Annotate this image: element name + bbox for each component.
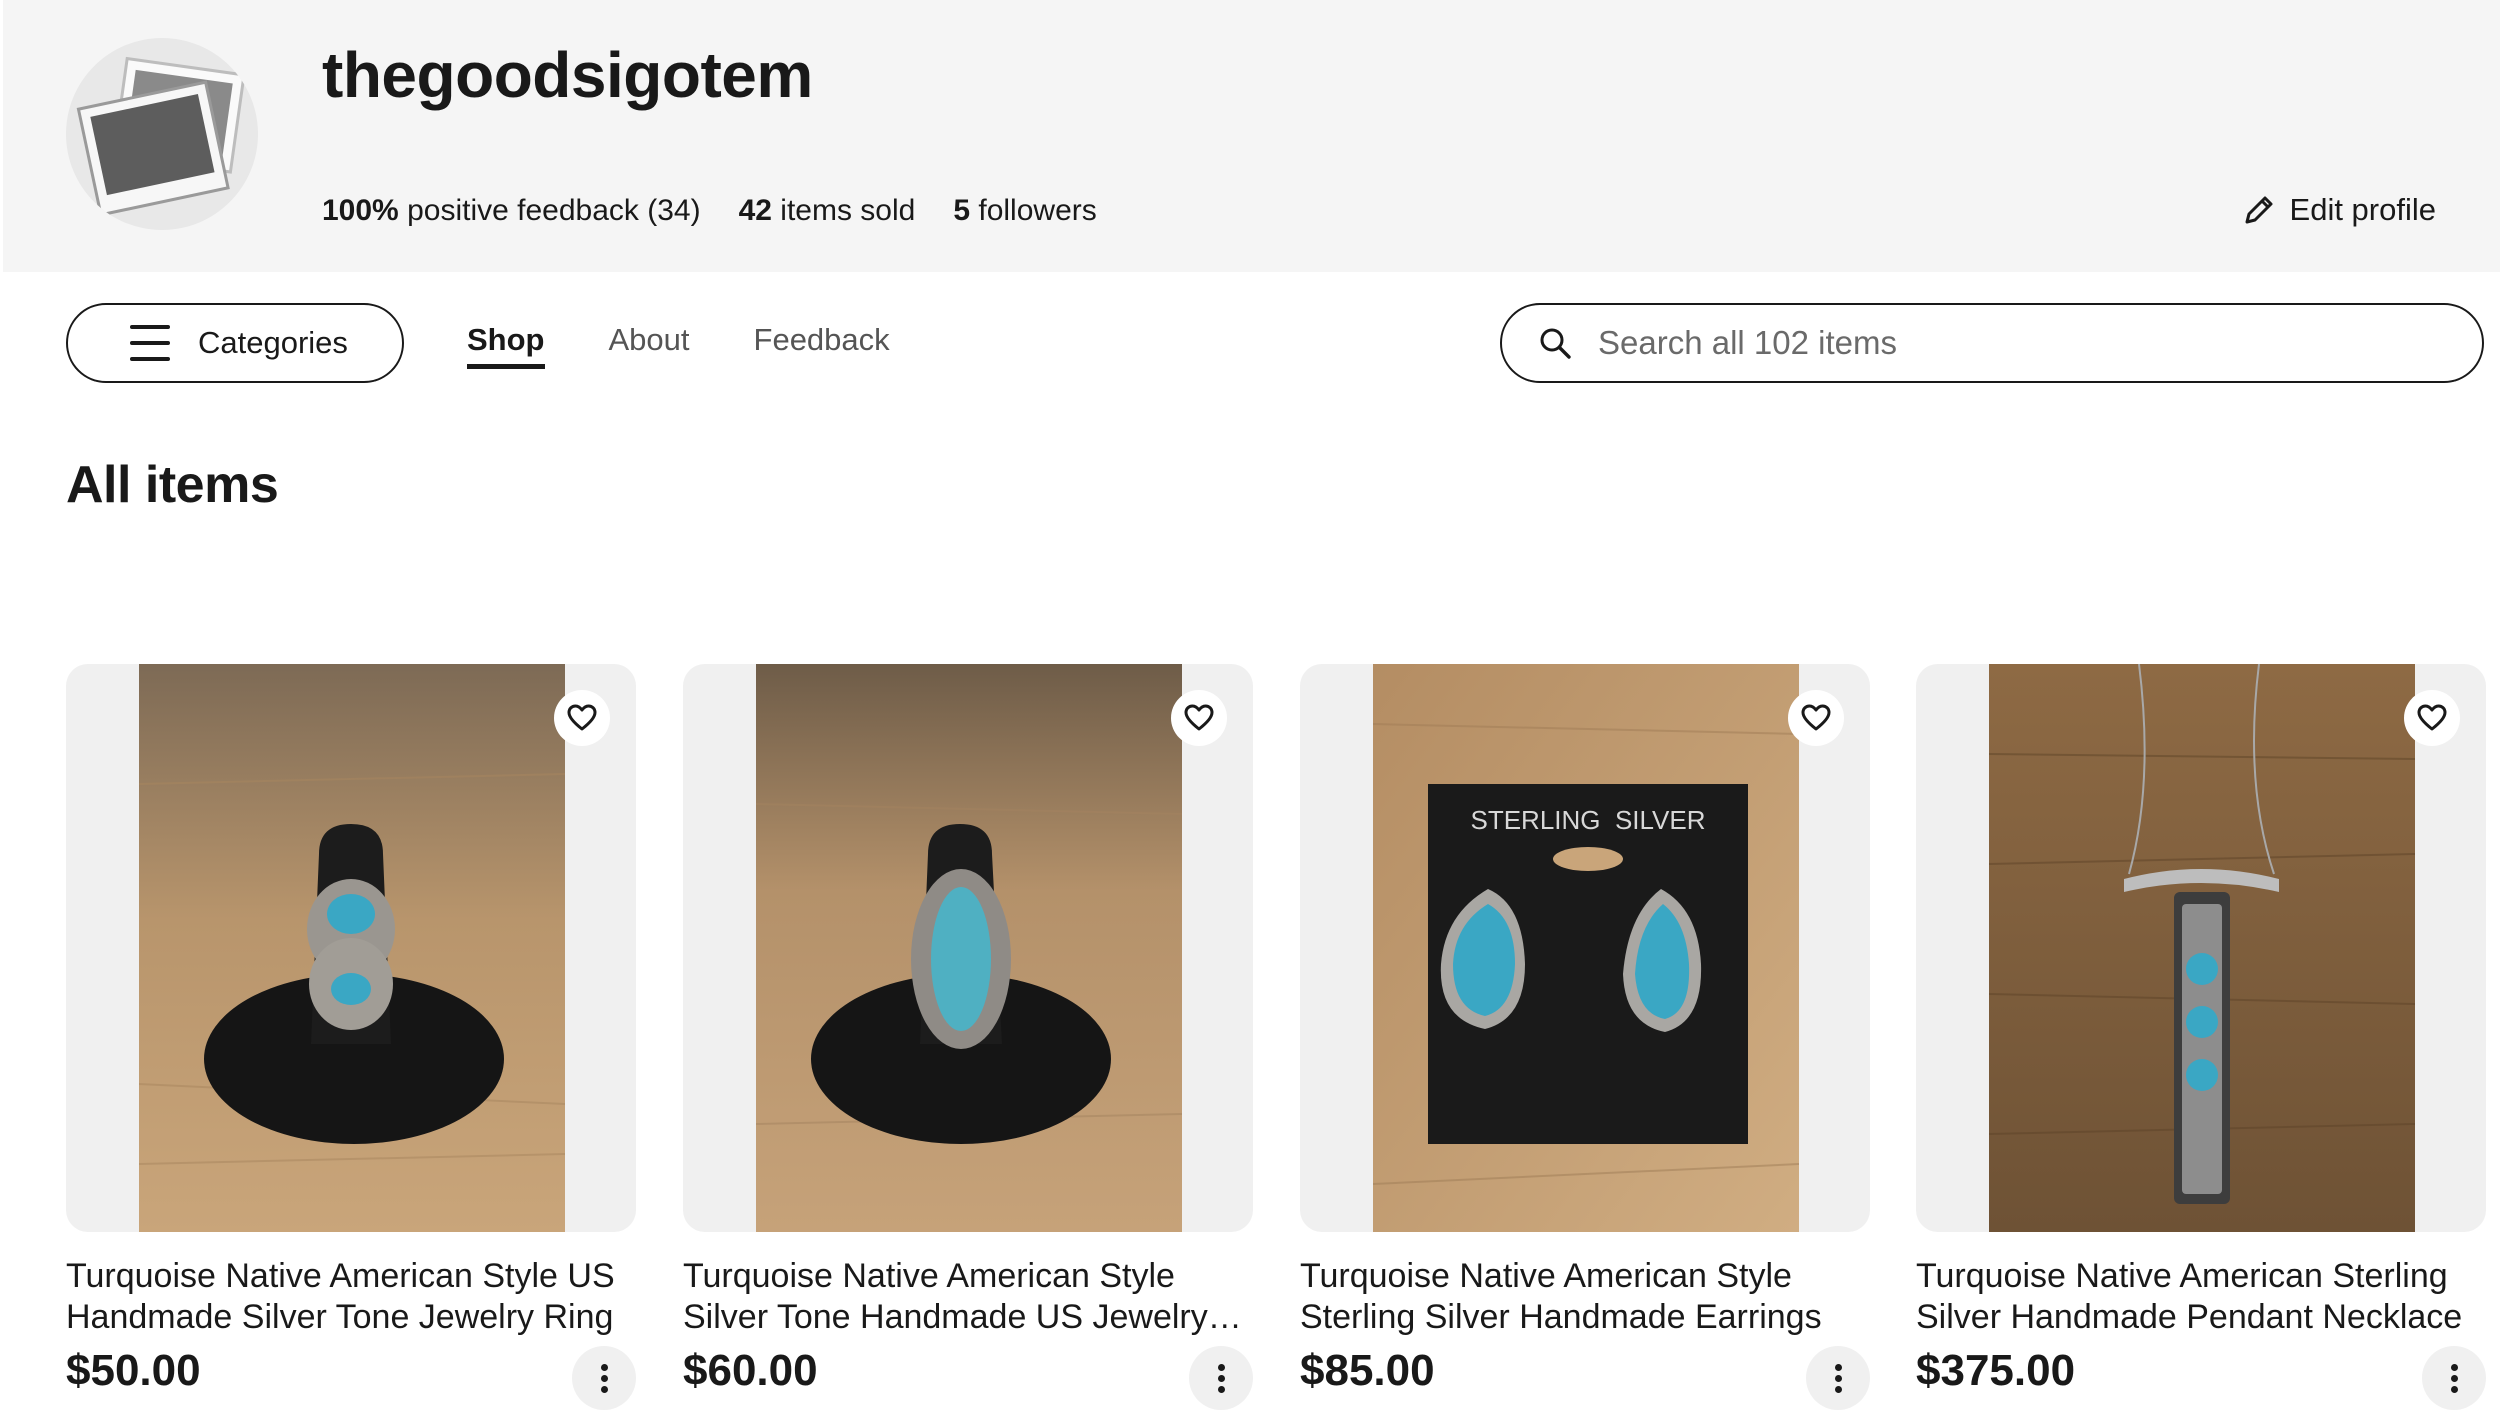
item-card[interactable]: Turquoise Native American Style Silver T… — [683, 664, 1253, 1410]
item-card[interactable]: Turquoise Native American Sterling Silve… — [1916, 664, 2486, 1410]
item-photo — [756, 664, 1182, 1232]
categories-button[interactable]: Categories — [66, 303, 404, 383]
item-photo — [1989, 664, 2415, 1232]
more-vertical-icon — [1217, 1362, 1225, 1395]
tab-feedback[interactable]: Feedback — [754, 322, 890, 369]
search-icon[interactable] — [1538, 326, 1572, 360]
more-options-button[interactable] — [2422, 1346, 2486, 1410]
item-price: $50.00 — [66, 1346, 201, 1395]
more-options-button[interactable] — [1806, 1346, 1870, 1410]
followers-stat[interactable]: 5 followers — [953, 194, 1096, 228]
tab-about[interactable]: About — [609, 322, 690, 369]
item-title[interactable]: Turquoise Native American Style Silver T… — [683, 1256, 1253, 1338]
pencil-icon — [2245, 196, 2273, 224]
feedback-stat[interactable]: 100% positive feedback (34) — [322, 194, 701, 228]
search-input[interactable] — [1598, 324, 2448, 362]
item-price: $60.00 — [683, 1346, 818, 1395]
store-stats: 100% positive feedback (34) 42 items sol… — [322, 194, 1097, 228]
item-card[interactable]: Turquoise Native American Style US Handm… — [66, 664, 636, 1410]
item-title[interactable]: Turquoise Native American Style US Handm… — [66, 1256, 636, 1338]
watchlist-button[interactable] — [2404, 690, 2460, 746]
item-image[interactable]: STERLING SILVER — [1300, 664, 1870, 1232]
item-title[interactable]: Turquoise Native American Style Sterling… — [1300, 1256, 1870, 1338]
heart-icon — [1801, 704, 1831, 731]
item-image[interactable] — [1916, 664, 2486, 1232]
more-vertical-icon — [2450, 1362, 2458, 1395]
hamburger-menu-icon — [130, 325, 172, 361]
store-search[interactable] — [1500, 303, 2484, 383]
tab-shop[interactable]: Shop — [467, 322, 545, 369]
heart-icon — [1184, 704, 1214, 731]
item-image[interactable] — [683, 664, 1253, 1232]
item-price: $85.00 — [1300, 1346, 1435, 1395]
items-sold-stat: 42 items sold — [738, 194, 916, 227]
watchlist-button[interactable] — [1171, 690, 1227, 746]
photo-placeholder-icon — [76, 56, 246, 217]
item-title[interactable]: Turquoise Native American Sterling Silve… — [1916, 1256, 2486, 1338]
watchlist-button[interactable] — [1788, 690, 1844, 746]
edit-profile-button[interactable]: Edit profile — [2242, 192, 2436, 228]
more-vertical-icon — [1834, 1362, 1842, 1395]
store-avatar[interactable] — [66, 38, 258, 230]
watchlist-button[interactable] — [554, 690, 610, 746]
edit-profile-label: Edit profile — [2289, 192, 2436, 227]
item-image[interactable] — [66, 664, 636, 1232]
item-card[interactable]: STERLING SILVER Turquoise Native America… — [1300, 664, 1870, 1410]
categories-label: Categories — [198, 325, 348, 360]
heart-icon — [2417, 704, 2447, 731]
earring-card-text: STERLING SILVER — [1470, 805, 1705, 835]
item-photo — [139, 664, 565, 1232]
section-title: All items — [66, 456, 279, 514]
heart-icon — [567, 704, 597, 731]
item-photo: STERLING SILVER — [1373, 664, 1799, 1232]
store-name: thegoodsigotem — [322, 39, 813, 111]
more-vertical-icon — [600, 1362, 608, 1395]
more-options-button[interactable] — [572, 1346, 636, 1410]
more-options-button[interactable] — [1189, 1346, 1253, 1410]
store-tabs: Shop About Feedback — [467, 322, 890, 369]
item-price: $375.00 — [1916, 1346, 2076, 1395]
